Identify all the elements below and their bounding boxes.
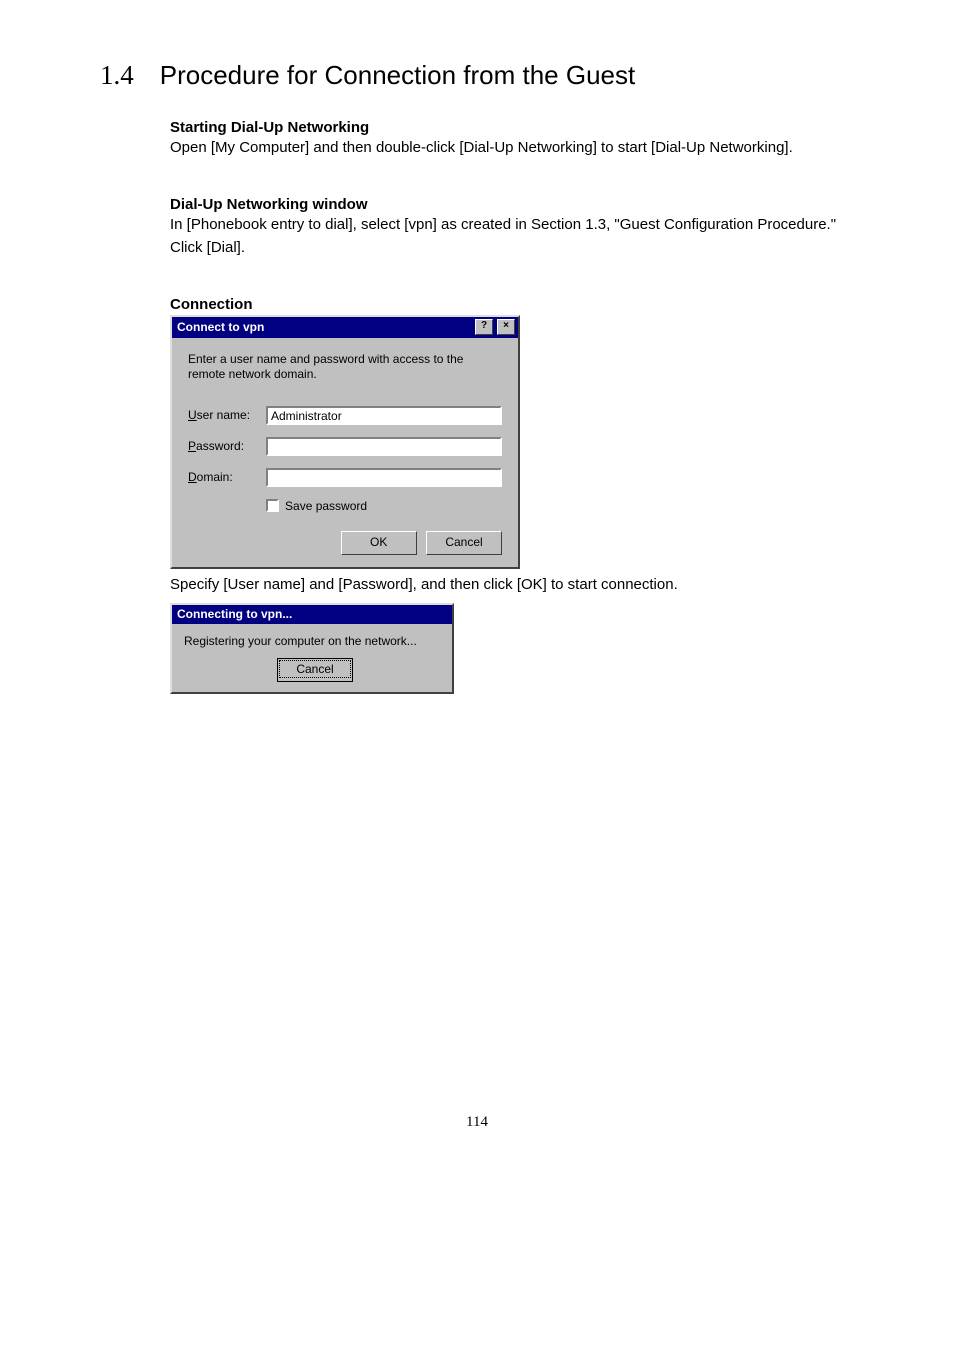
domain-label: Domain: — [188, 470, 266, 484]
password-label: Password: — [188, 439, 266, 453]
section-number: 1.4 — [100, 60, 134, 90]
titlebar-2[interactable]: Connecting to vpn... — [172, 605, 452, 624]
cancel-button[interactable]: Cancel — [426, 531, 502, 555]
subheading-starting: Starting Dial-Up Networking — [170, 119, 854, 136]
ok-button[interactable]: OK — [341, 531, 417, 555]
subheading-dialup-window: Dial-Up Networking window — [170, 196, 854, 213]
section-title: Procedure for Connection from the Guest — [160, 60, 635, 90]
connect-dialog: Connect to vpn ? × Enter a user name and… — [170, 315, 520, 569]
username-input[interactable]: Administrator — [266, 406, 502, 425]
username-label: User name: — [188, 408, 266, 422]
help-button[interactable]: ? — [475, 319, 493, 335]
domain-input[interactable] — [266, 468, 502, 487]
para-after-dialog1: Specify [User name] and [Password], and … — [170, 575, 854, 595]
para-dialup-2: Click [Dial]. — [170, 238, 854, 258]
subheading-connection: Connection — [170, 296, 854, 313]
close-button[interactable]: × — [497, 319, 515, 335]
dialog-instruction: Enter a user name and password with acce… — [188, 352, 502, 382]
page-number: 114 — [100, 1114, 854, 1131]
save-password-checkbox[interactable] — [266, 499, 279, 512]
para-dialup-1: In [Phonebook entry to dial], select [vp… — [170, 215, 854, 235]
section-heading: 1.4 Procedure for Connection from the Gue… — [100, 60, 854, 91]
connecting-status: Registering your computer on the network… — [184, 634, 440, 648]
dialog-title: Connect to vpn — [177, 320, 471, 334]
para-starting: Open [My Computer] and then double-click… — [170, 138, 854, 158]
connecting-cancel-button[interactable]: Cancel — [277, 658, 353, 682]
password-input[interactable] — [266, 437, 502, 456]
titlebar[interactable]: Connect to vpn ? × — [172, 317, 518, 338]
save-password-label: Save password — [285, 499, 367, 513]
connecting-dialog: Connecting to vpn... Registering your co… — [170, 603, 454, 694]
dialog2-title: Connecting to vpn... — [177, 607, 449, 621]
